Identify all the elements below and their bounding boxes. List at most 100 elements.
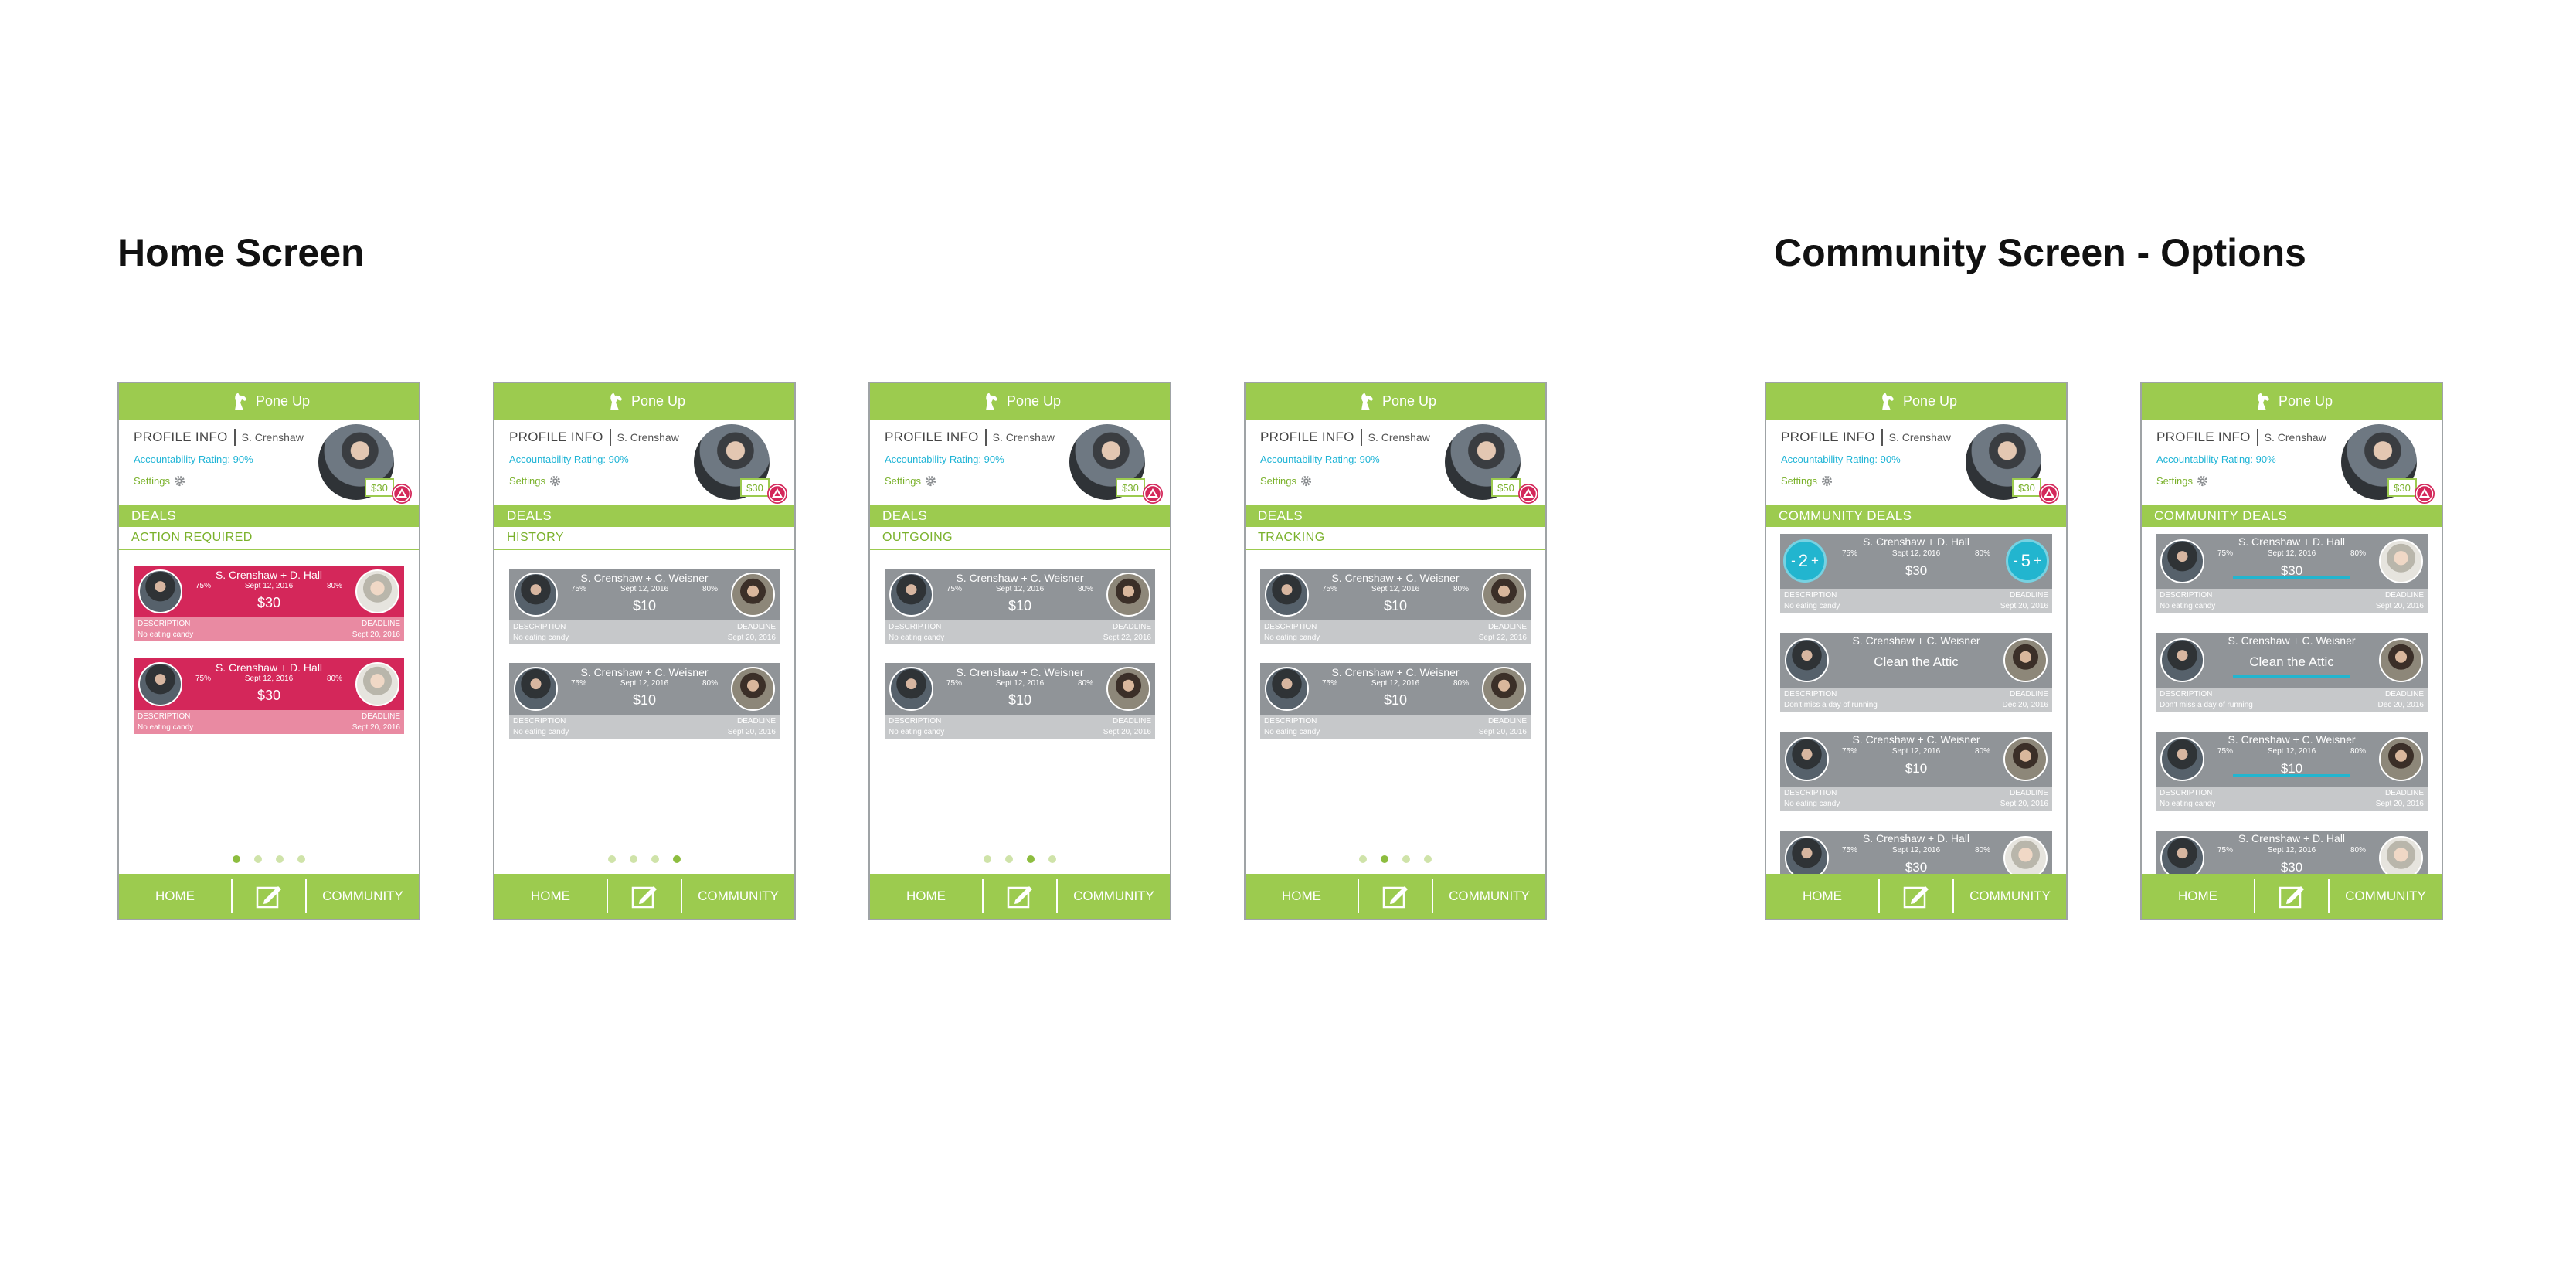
- page-dot[interactable]: [1424, 855, 1432, 863]
- settings-link[interactable]: Settings: [2156, 475, 2208, 487]
- page-dot[interactable]: [651, 855, 659, 863]
- nav-create-deal-button[interactable]: [2255, 883, 2328, 909]
- community-deal-card[interactable]: S. Crenshaw + C. Weisner 75% Sept 12, 2016…: [1780, 732, 2052, 811]
- page-dot[interactable]: [1381, 855, 1388, 863]
- deal-card[interactable]: S. Crenshaw + C. Weisner 75% Sept 12, 2016…: [509, 569, 780, 644]
- alert-icon[interactable]: [766, 483, 788, 505]
- page-dot[interactable]: [1402, 855, 1410, 863]
- gear-icon: [925, 475, 936, 487]
- page-dot[interactable]: [608, 855, 616, 863]
- alert-icon[interactable]: [2038, 483, 2060, 505]
- bottom-nav: HOME COMMUNITY: [1766, 874, 2066, 919]
- page-dot[interactable]: [297, 855, 305, 863]
- deal-card[interactable]: S. Crenshaw + C. Weisner 75% Sept 12, 2016…: [885, 663, 1155, 739]
- deal-card[interactable]: S. Crenshaw + D. Hall 75% Sept 12, 2016 80%…: [134, 658, 404, 734]
- page-dot[interactable]: [1048, 855, 1056, 863]
- deal-list[interactable]: S. Crenshaw + C. Weisner 75% Sept 12, 2016…: [494, 550, 794, 875]
- page-indicator: [1246, 855, 1545, 863]
- community-deal-card[interactable]: S. Crenshaw + D. Hall 75% Sept 12, 2016 80%…: [1780, 831, 2052, 877]
- nav-create-deal-button[interactable]: [1359, 883, 1432, 909]
- nav-home-button[interactable]: HOME: [119, 889, 231, 904]
- nav-home-button[interactable]: HOME: [2142, 889, 2254, 904]
- settings-link[interactable]: Settings: [885, 475, 936, 487]
- community-deal-card[interactable]: S. Crenshaw + C. Weisner Clean the Attic D…: [2156, 633, 2428, 712]
- community-deal-summary[interactable]: S. Crenshaw + D. Hall 75% Sept 12, 2016 80%…: [2156, 534, 2428, 589]
- alert-icon[interactable]: [1517, 483, 1539, 505]
- nav-create-deal-button[interactable]: [608, 883, 681, 909]
- deal-card-summary[interactable]: S. Crenshaw + D. Hall 75% Sept 12, 2016 80%…: [134, 566, 404, 617]
- deal-card-summary[interactable]: S. Crenshaw + C. Weisner 75% Sept 12, 2016…: [509, 569, 780, 620]
- description-label: DESCRIPTION: [889, 717, 942, 726]
- nav-home-button[interactable]: HOME: [870, 889, 982, 904]
- community-deal-card[interactable]: S. Crenshaw + D. Hall 75% Sept 12, 2016 80%…: [2156, 831, 2428, 877]
- deal-list[interactable]: S. Crenshaw + D. Hall 75% Sept 12, 2016 80%…: [119, 550, 419, 875]
- deal-start-date: Sept 12, 2016: [2267, 747, 2316, 756]
- deal-card[interactable]: S. Crenshaw + C. Weisner 75% Sept 12, 2016…: [1260, 569, 1531, 644]
- community-deal-summary[interactable]: S. Crenshaw + C. Weisner 75% Sept 12, 2016…: [1780, 732, 2052, 787]
- edit-icon: [631, 886, 657, 909]
- deal-card-summary[interactable]: S. Crenshaw + C. Weisner 75% Sept 12, 2016…: [509, 663, 780, 715]
- description-label: DESCRIPTION: [2160, 789, 2213, 797]
- settings-link[interactable]: Settings: [134, 475, 185, 487]
- wallet-balance-badge: $30: [365, 478, 394, 497]
- deal-card[interactable]: S. Crenshaw + C. Weisner 75% Sept 12, 2016…: [509, 663, 780, 739]
- community-deal-summary[interactable]: S. Crenshaw + C. Weisner Clean the Attic: [2156, 633, 2428, 688]
- alert-icon[interactable]: [2414, 483, 2435, 505]
- nav-community-button[interactable]: COMMUNITY: [682, 889, 794, 904]
- nav-create-deal-button[interactable]: [1880, 883, 1952, 909]
- deal-card[interactable]: S. Crenshaw + C. Weisner 75% Sept 12, 2016…: [885, 569, 1155, 644]
- nav-community-button[interactable]: COMMUNITY: [2330, 889, 2442, 904]
- settings-link[interactable]: Settings: [509, 475, 561, 487]
- nav-home-button[interactable]: HOME: [1246, 889, 1358, 904]
- page-dot[interactable]: [630, 855, 637, 863]
- page-dot[interactable]: [1005, 855, 1013, 863]
- community-deal-summary[interactable]: S. Crenshaw + C. Weisner 75% Sept 12, 2016…: [2156, 732, 2428, 787]
- community-deal-summary[interactable]: S. Crenshaw + C. Weisner Clean the Attic: [1780, 633, 2052, 688]
- deal-list[interactable]: S. Crenshaw + C. Weisner 75% Sept 12, 2016…: [1246, 550, 1545, 875]
- deal-participants: S. Crenshaw + D. Hall: [2238, 535, 2346, 548]
- nav-create-deal-button[interactable]: [233, 883, 305, 909]
- nav-home-button[interactable]: HOME: [494, 889, 607, 904]
- deal-card-details: DESCRIPTION DEADLINE No eating candy Sept 2…: [2156, 589, 2428, 613]
- community-deal-summary[interactable]: S. Crenshaw + D. Hall 75% Sept 12, 2016 80%…: [2156, 831, 2428, 877]
- progress-track: [2233, 675, 2350, 678]
- settings-link[interactable]: Settings: [1260, 475, 1312, 487]
- page-dot[interactable]: [233, 855, 240, 863]
- community-deal-list[interactable]: S. Crenshaw + D. Hall 75% Sept 12, 2016 80%…: [2142, 529, 2442, 877]
- deal-card[interactable]: S. Crenshaw + C. Weisner 75% Sept 12, 2016…: [1260, 663, 1531, 739]
- community-deal-card[interactable]: S. Crenshaw + D. Hall 75% Sept 12, 2016 80%…: [2156, 534, 2428, 613]
- page-dot[interactable]: [1027, 855, 1035, 863]
- page-dot[interactable]: [673, 855, 681, 863]
- deal-card-summary[interactable]: S. Crenshaw + D. Hall 75% Sept 12, 2016 80%…: [134, 658, 404, 710]
- page-dot[interactable]: [254, 855, 262, 863]
- deal-card-summary[interactable]: S. Crenshaw + C. Weisner 75% Sept 12, 2016…: [1260, 569, 1531, 620]
- nav-community-button[interactable]: COMMUNITY: [1433, 889, 1545, 904]
- community-deal-summary[interactable]: -2 + -5 + S. Crenshaw + D. Hall 75% Sept 12, 2…: [1780, 534, 2052, 589]
- community-deal-list[interactable]: -2 + -5 + S. Crenshaw + D. Hall 75% Sept 12, 2…: [1766, 529, 2066, 877]
- alert-icon[interactable]: [391, 483, 413, 505]
- nav-create-deal-button[interactable]: [984, 883, 1056, 909]
- page-dot[interactable]: [984, 855, 991, 863]
- community-deal-card[interactable]: S. Crenshaw + C. Weisner 75% Sept 12, 2016…: [2156, 732, 2428, 811]
- deal-list[interactable]: S. Crenshaw + C. Weisner 75% Sept 12, 2016…: [870, 550, 1170, 875]
- community-deal-card[interactable]: S. Crenshaw + C. Weisner Clean the Attic D…: [1780, 633, 2052, 712]
- deal-description: No eating candy: [513, 634, 569, 642]
- deal-card[interactable]: S. Crenshaw + D. Hall 75% Sept 12, 2016 80%…: [134, 566, 404, 641]
- nav-community-button[interactable]: COMMUNITY: [1954, 889, 2066, 904]
- description-label: DESCRIPTION: [2160, 591, 2213, 600]
- nav-community-button[interactable]: COMMUNITY: [307, 889, 419, 904]
- nav-home-button[interactable]: HOME: [1766, 889, 1878, 904]
- deal-card-summary[interactable]: S. Crenshaw + C. Weisner 75% Sept 12, 2016…: [885, 663, 1155, 715]
- alert-icon[interactable]: [1142, 483, 1164, 505]
- settings-link[interactable]: Settings: [1781, 475, 1833, 487]
- description-label: DESCRIPTION: [1264, 623, 1317, 631]
- deadline-label: DEADLINE: [361, 712, 400, 721]
- page-dot[interactable]: [1359, 855, 1367, 863]
- community-deal-card[interactable]: -2 + -5 + S. Crenshaw + D. Hall 75% Sept 12, 2…: [1780, 534, 2052, 613]
- community-deal-summary[interactable]: S. Crenshaw + D. Hall 75% Sept 12, 2016 80%…: [1780, 831, 2052, 877]
- deal-card-summary[interactable]: S. Crenshaw + C. Weisner 75% Sept 12, 2016…: [1260, 663, 1531, 715]
- nav-community-button[interactable]: COMMUNITY: [1058, 889, 1170, 904]
- deal-card-summary[interactable]: S. Crenshaw + C. Weisner 75% Sept 12, 2016…: [885, 569, 1155, 620]
- page-dot[interactable]: [276, 855, 284, 863]
- deadline-label: DEADLINE: [2384, 690, 2424, 698]
